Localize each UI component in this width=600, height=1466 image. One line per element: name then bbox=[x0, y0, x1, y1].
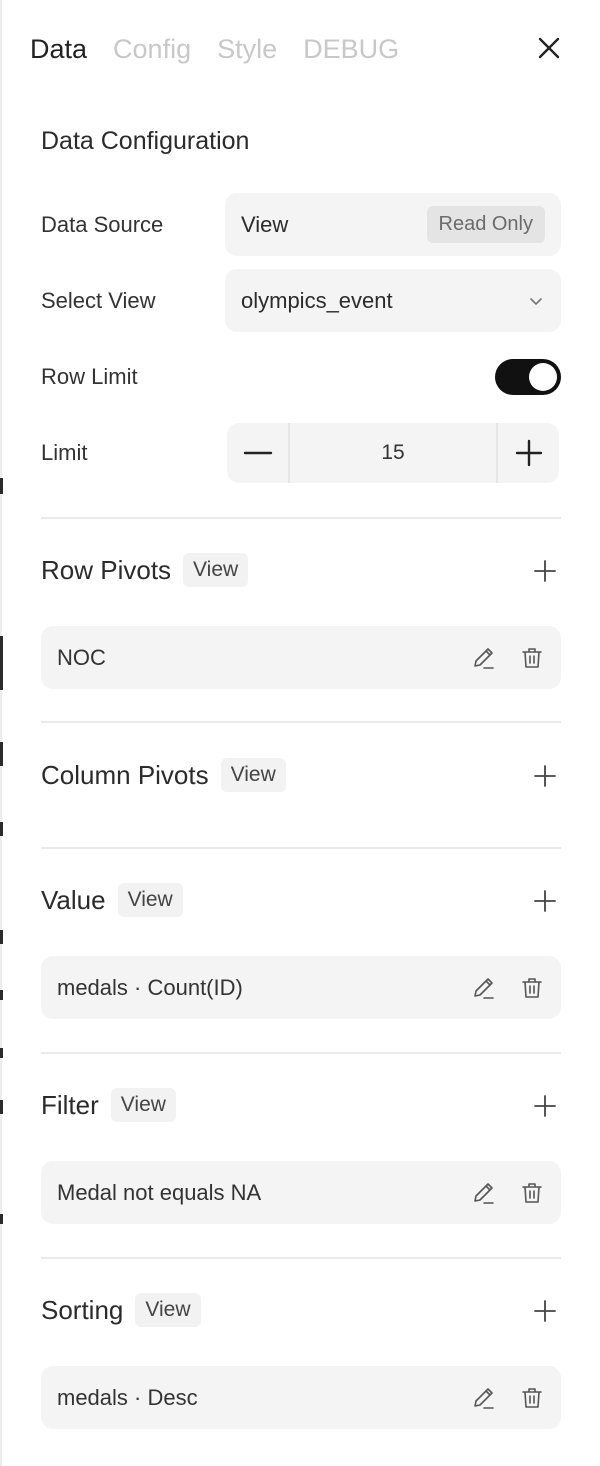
divider bbox=[41, 721, 561, 723]
row-limit-toggle[interactable] bbox=[495, 359, 561, 395]
edge-mark bbox=[0, 636, 3, 690]
edge-mark bbox=[0, 930, 3, 944]
edge-mark bbox=[0, 1214, 3, 1224]
tab-style[interactable]: Style bbox=[217, 30, 277, 68]
sorting-view-badge[interactable]: View bbox=[135, 1293, 201, 1327]
row-pivots-title: Row Pivots bbox=[41, 554, 172, 585]
edge-mark bbox=[0, 1048, 3, 1058]
add-column-pivot-plus-icon[interactable] bbox=[533, 764, 557, 788]
filter-item: Medal not equals NA bbox=[41, 1161, 561, 1224]
column-pivots-title: Column Pivots bbox=[41, 759, 209, 790]
column-pivots-view-badge[interactable]: View bbox=[220, 758, 286, 792]
trash-icon[interactable] bbox=[519, 975, 545, 1001]
divider bbox=[41, 1052, 561, 1054]
tab-debug[interactable]: DEBUG bbox=[303, 30, 399, 68]
value-header: Value View bbox=[41, 883, 183, 917]
edge-mark bbox=[0, 822, 3, 836]
add-sorting-plus-icon[interactable] bbox=[533, 1299, 557, 1323]
panel-tabs: Data Config Style DEBUG bbox=[30, 30, 399, 68]
data-source-value: View bbox=[241, 211, 289, 237]
value-item-label: medals · Count(ID) bbox=[57, 974, 243, 1000]
filter-item-label: Medal not equals NA bbox=[57, 1179, 262, 1205]
chevron-down-icon bbox=[527, 292, 545, 310]
add-value-plus-icon[interactable] bbox=[533, 889, 557, 913]
filter-title: Filter bbox=[41, 1089, 99, 1120]
value-title: Value bbox=[41, 884, 106, 915]
read-only-badge: Read Only bbox=[426, 206, 545, 243]
select-view-dropdown[interactable]: olympics_event bbox=[225, 269, 561, 332]
trash-icon[interactable] bbox=[519, 645, 545, 671]
edit-icon[interactable] bbox=[471, 1180, 497, 1206]
select-view-value: olympics_event bbox=[241, 287, 393, 313]
limit-value[interactable]: 15 bbox=[288, 423, 498, 483]
row-pivots-view-badge[interactable]: View bbox=[183, 553, 249, 587]
row-pivot-item: NOC bbox=[41, 626, 561, 689]
edge-mark bbox=[0, 478, 3, 494]
trash-icon[interactable] bbox=[519, 1385, 545, 1411]
sorting-title: Sorting bbox=[41, 1294, 124, 1325]
edit-icon[interactable] bbox=[471, 645, 497, 671]
divider bbox=[41, 517, 561, 519]
edit-icon[interactable] bbox=[471, 1385, 497, 1411]
trash-icon[interactable] bbox=[519, 1180, 545, 1206]
value-view-badge[interactable]: View bbox=[117, 883, 183, 917]
limit-label: Limit bbox=[41, 440, 88, 465]
tab-config[interactable]: Config bbox=[113, 30, 191, 68]
edge-mark bbox=[0, 1100, 3, 1114]
divider bbox=[41, 847, 561, 849]
data-source-label: Data Source bbox=[41, 212, 164, 237]
data-source-field: View Read Only bbox=[225, 193, 561, 256]
row-pivot-item-label: NOC bbox=[57, 644, 106, 670]
filter-view-badge[interactable]: View bbox=[110, 1088, 176, 1122]
sorting-item: medals · Desc bbox=[41, 1366, 561, 1429]
add-filter-plus-icon[interactable] bbox=[533, 1094, 557, 1118]
value-item: medals · Count(ID) bbox=[41, 956, 561, 1019]
row-limit-label: Row Limit bbox=[41, 364, 138, 389]
section-title: Data Configuration bbox=[41, 127, 250, 155]
divider bbox=[41, 1257, 561, 1259]
sorting-header: Sorting View bbox=[41, 1293, 201, 1327]
limit-stepper: 15 bbox=[227, 423, 559, 483]
add-row-pivot-plus-icon[interactable] bbox=[533, 559, 557, 583]
tab-data[interactable]: Data bbox=[30, 30, 87, 68]
edge-mark bbox=[0, 742, 3, 766]
sorting-item-label: medals · Desc bbox=[57, 1384, 198, 1410]
filter-header: Filter View bbox=[41, 1088, 176, 1122]
row-pivots-header: Row Pivots View bbox=[41, 553, 249, 587]
edit-icon[interactable] bbox=[471, 975, 497, 1001]
plus-icon[interactable] bbox=[498, 423, 559, 483]
minus-icon[interactable] bbox=[227, 423, 288, 483]
select-view-label: Select View bbox=[41, 288, 156, 313]
panel-edge bbox=[0, 0, 2, 1466]
edge-mark bbox=[0, 990, 3, 1000]
column-pivots-header: Column Pivots View bbox=[41, 758, 286, 792]
toggle-knob bbox=[529, 363, 557, 391]
close-icon[interactable] bbox=[534, 33, 564, 63]
